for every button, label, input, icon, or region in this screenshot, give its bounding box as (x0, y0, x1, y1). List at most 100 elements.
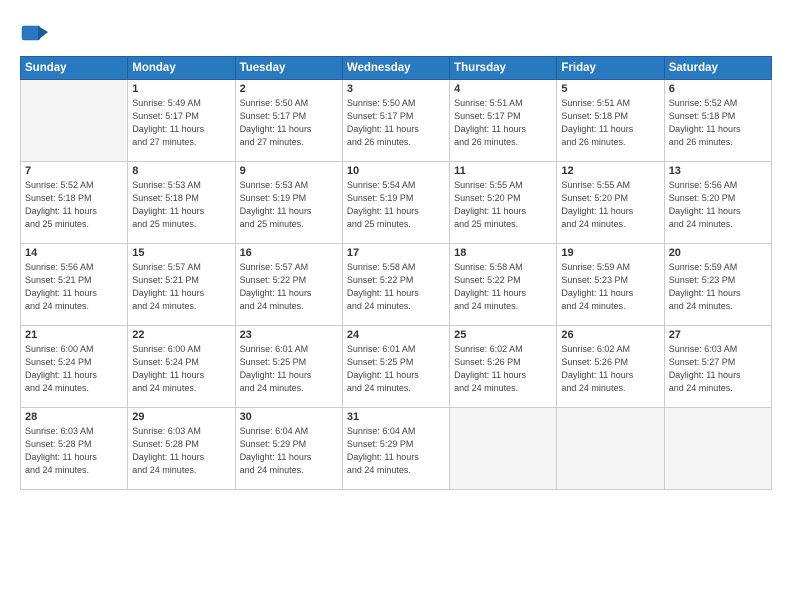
weekday-header: Wednesday (342, 57, 449, 80)
day-info: Sunrise: 6:00 AMSunset: 5:24 PMDaylight:… (25, 343, 123, 395)
day-number: 4 (454, 83, 552, 95)
calendar-cell: 30 Sunrise: 6:04 AMSunset: 5:29 PMDayligh… (235, 408, 342, 490)
day-info: Sunrise: 5:55 AMSunset: 5:20 PMDaylight:… (561, 179, 659, 231)
day-info: Sunrise: 5:52 AMSunset: 5:18 PMDaylight:… (669, 97, 767, 149)
calendar-week-row: 14Sunrise: 5:56 AMSunset: 5:21 PMDayligh… (21, 244, 772, 326)
calendar-cell (664, 408, 771, 490)
calendar-cell (450, 408, 557, 490)
calendar-cell: 25 Sunrise: 6:02 AMSunset: 5:26 PMDayligh… (450, 326, 557, 408)
day-number: 5 (561, 83, 659, 95)
calendar-cell: 15 Sunrise: 5:57 AMSunset: 5:21 PMDayligh… (128, 244, 235, 326)
calendar-cell: 1 Sunrise: 5:49 AMSunset: 5:17 PMDaylight… (128, 80, 235, 162)
weekday-row: SundayMondayTuesdayWednesdayThursdayFrid… (21, 57, 772, 80)
calendar-cell: 13 Sunrise: 5:56 AMSunset: 5:20 PMDayligh… (664, 162, 771, 244)
day-number: 29 (132, 411, 230, 423)
day-number: 21 (25, 329, 123, 341)
calendar-cell: 27Sunrise: 6:03 AMSunset: 5:27 PMDayligh… (664, 326, 771, 408)
day-number: 22 (132, 329, 230, 341)
day-info: Sunrise: 5:53 AMSunset: 5:19 PMDaylight:… (240, 179, 338, 231)
calendar-week-row: 1 Sunrise: 5:49 AMSunset: 5:17 PMDaylight… (21, 80, 772, 162)
day-info: Sunrise: 5:56 AMSunset: 5:21 PMDaylight:… (25, 261, 123, 313)
day-info: Sunrise: 6:02 AMSunset: 5:26 PMDaylight:… (454, 343, 552, 395)
calendar-header: SundayMondayTuesdayWednesdayThursdayFrid… (21, 57, 772, 80)
day-number: 25 (454, 329, 552, 341)
day-number: 20 (669, 247, 767, 259)
day-info: Sunrise: 6:03 AMSunset: 5:28 PMDaylight:… (132, 425, 230, 477)
day-info: Sunrise: 5:59 AMSunset: 5:23 PMDaylight:… (669, 261, 767, 313)
day-info: Sunrise: 6:02 AMSunset: 5:26 PMDaylight:… (561, 343, 659, 395)
calendar-cell: 6 Sunrise: 5:52 AMSunset: 5:18 PMDaylight… (664, 80, 771, 162)
day-number: 13 (669, 165, 767, 177)
day-number: 11 (454, 165, 552, 177)
calendar-cell: 21 Sunrise: 6:00 AMSunset: 5:24 PMDayligh… (21, 326, 128, 408)
day-info: Sunrise: 6:04 AMSunset: 5:29 PMDaylight:… (347, 425, 445, 477)
calendar-cell: 2Sunrise: 5:50 AMSunset: 5:17 PMDaylight… (235, 80, 342, 162)
day-number: 31 (347, 411, 445, 423)
weekday-header: Friday (557, 57, 664, 80)
day-number: 10 (347, 165, 445, 177)
calendar-cell: 23 Sunrise: 6:01 AMSunset: 5:25 PMDayligh… (235, 326, 342, 408)
calendar-cell: 18 Sunrise: 5:58 AMSunset: 5:22 PMDayligh… (450, 244, 557, 326)
calendar-cell: 10 Sunrise: 5:54 AMSunset: 5:19 PMDayligh… (342, 162, 449, 244)
day-number: 1 (132, 83, 230, 95)
calendar-cell: 22 Sunrise: 6:00 AMSunset: 5:24 PMDayligh… (128, 326, 235, 408)
calendar-cell: 16Sunrise: 5:57 AMSunset: 5:22 PMDayligh… (235, 244, 342, 326)
day-number: 9 (240, 165, 338, 177)
day-number: 23 (240, 329, 338, 341)
calendar-cell: 17 Sunrise: 5:58 AMSunset: 5:22 PMDayligh… (342, 244, 449, 326)
weekday-header: Tuesday (235, 57, 342, 80)
day-number: 2 (240, 83, 338, 95)
day-info: Sunrise: 6:01 AMSunset: 5:25 PMDaylight:… (347, 343, 445, 395)
calendar-cell: 28 Sunrise: 6:03 AMSunset: 5:28 PMDayligh… (21, 408, 128, 490)
calendar-cell: 26 Sunrise: 6:02 AMSunset: 5:26 PMDayligh… (557, 326, 664, 408)
calendar-week-row: 7 Sunrise: 5:52 AMSunset: 5:18 PMDaylight… (21, 162, 772, 244)
weekday-header: Saturday (664, 57, 771, 80)
weekday-header: Monday (128, 57, 235, 80)
day-number: 7 (25, 165, 123, 177)
weekday-header: Thursday (450, 57, 557, 80)
calendar-cell (21, 80, 128, 162)
day-number: 28 (25, 411, 123, 423)
day-number: 8 (132, 165, 230, 177)
day-number: 24 (347, 329, 445, 341)
day-info: Sunrise: 6:00 AMSunset: 5:24 PMDaylight:… (132, 343, 230, 395)
calendar-cell: 29 Sunrise: 6:03 AMSunset: 5:28 PMDayligh… (128, 408, 235, 490)
logo (20, 18, 56, 50)
day-number: 19 (561, 247, 659, 259)
day-info: Sunrise: 5:55 AMSunset: 5:20 PMDaylight:… (454, 179, 552, 231)
calendar-week-row: 21 Sunrise: 6:00 AMSunset: 5:24 PMDayligh… (21, 326, 772, 408)
day-number: 18 (454, 247, 552, 259)
day-number: 26 (561, 329, 659, 341)
day-info: Sunrise: 6:01 AMSunset: 5:25 PMDaylight:… (240, 343, 338, 395)
day-info: Sunrise: 5:49 AMSunset: 5:17 PMDaylight:… (132, 97, 230, 149)
day-info: Sunrise: 6:04 AMSunset: 5:29 PMDaylight:… (240, 425, 338, 477)
day-info: Sunrise: 5:57 AMSunset: 5:21 PMDaylight:… (132, 261, 230, 313)
day-info: Sunrise: 5:54 AMSunset: 5:19 PMDaylight:… (347, 179, 445, 231)
day-info: Sunrise: 5:56 AMSunset: 5:20 PMDaylight:… (669, 179, 767, 231)
page: SundayMondayTuesdayWednesdayThursdayFrid… (0, 0, 792, 612)
day-info: Sunrise: 5:58 AMSunset: 5:22 PMDaylight:… (454, 261, 552, 313)
calendar-cell: 8 Sunrise: 5:53 AMSunset: 5:18 PMDaylight… (128, 162, 235, 244)
day-info: Sunrise: 5:53 AMSunset: 5:18 PMDaylight:… (132, 179, 230, 231)
calendar-table: SundayMondayTuesdayWednesdayThursdayFrid… (20, 56, 772, 490)
day-info: Sunrise: 5:59 AMSunset: 5:23 PMDaylight:… (561, 261, 659, 313)
day-number: 15 (132, 247, 230, 259)
day-info: Sunrise: 5:52 AMSunset: 5:18 PMDaylight:… (25, 179, 123, 231)
day-number: 27 (669, 329, 767, 341)
calendar-cell: 12 Sunrise: 5:55 AMSunset: 5:20 PMDayligh… (557, 162, 664, 244)
day-info: Sunrise: 5:50 AMSunset: 5:17 PMDaylight:… (347, 97, 445, 149)
day-info: Sunrise: 5:58 AMSunset: 5:22 PMDaylight:… (347, 261, 445, 313)
day-number: 16 (240, 247, 338, 259)
calendar-cell: 24 Sunrise: 6:01 AMSunset: 5:25 PMDayligh… (342, 326, 449, 408)
day-number: 12 (561, 165, 659, 177)
day-number: 30 (240, 411, 338, 423)
calendar-cell: 3Sunrise: 5:50 AMSunset: 5:17 PMDaylight… (342, 80, 449, 162)
calendar-cell: 4 Sunrise: 5:51 AMSunset: 5:17 PMDaylight… (450, 80, 557, 162)
calendar-cell: 7 Sunrise: 5:52 AMSunset: 5:18 PMDaylight… (21, 162, 128, 244)
day-info: Sunrise: 6:03 AMSunset: 5:28 PMDaylight:… (25, 425, 123, 477)
day-number: 17 (347, 247, 445, 259)
calendar-cell: 11 Sunrise: 5:55 AMSunset: 5:20 PMDayligh… (450, 162, 557, 244)
day-number: 6 (669, 83, 767, 95)
calendar-cell: 5Sunrise: 5:51 AMSunset: 5:18 PMDaylight… (557, 80, 664, 162)
day-info: Sunrise: 5:51 AMSunset: 5:17 PMDaylight:… (454, 97, 552, 149)
